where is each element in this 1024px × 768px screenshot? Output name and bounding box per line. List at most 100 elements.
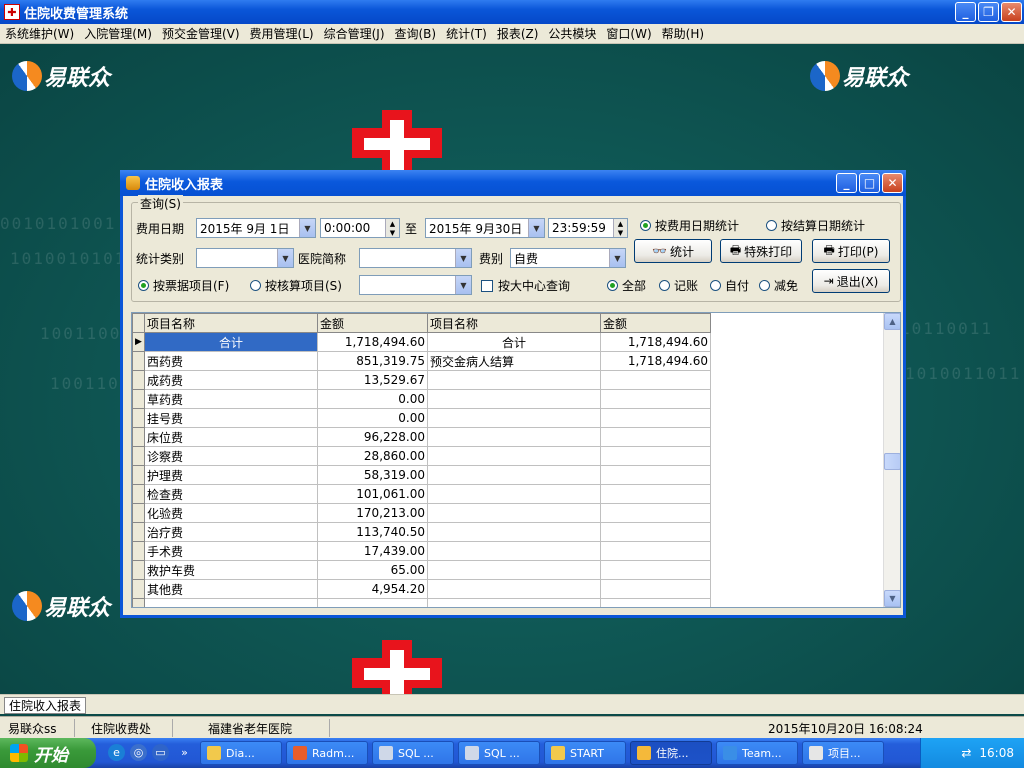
fee-type-select[interactable]: 自费 ▼ bbox=[510, 248, 626, 268]
table-row[interactable]: 西药费 851,319.75 预交金病人结算 1,718,494.60 bbox=[132, 351, 711, 371]
cell-amount[interactable]: 96,228.00 bbox=[317, 427, 428, 447]
row-header[interactable] bbox=[132, 427, 145, 447]
chevron-down-icon[interactable]: ▼ bbox=[609, 249, 625, 267]
dialog-minimize-button[interactable]: _ bbox=[836, 173, 857, 193]
cell-item-name[interactable]: 草药费 bbox=[144, 389, 318, 409]
table-row[interactable]: 诊察费 28,860.00 bbox=[132, 446, 711, 466]
cell-amount[interactable]: 0.00 bbox=[317, 389, 428, 409]
cell-amount[interactable]: 101,061.00 bbox=[317, 484, 428, 504]
cell-amount[interactable] bbox=[600, 541, 711, 561]
col-amount-1[interactable]: 金额 bbox=[317, 313, 428, 333]
mdi-tab-income-report[interactable]: 住院收入报表 bbox=[4, 697, 87, 714]
cell-amount[interactable] bbox=[600, 389, 711, 409]
cell-item-name[interactable]: 合计 bbox=[427, 332, 601, 352]
cell-item-name[interactable] bbox=[427, 541, 601, 561]
cell-amount[interactable]: 1,718,494.60 bbox=[600, 332, 711, 352]
time-spinner[interactable]: ▲ ▼ bbox=[385, 219, 399, 237]
cell-item-name[interactable]: 成药费 bbox=[144, 370, 318, 390]
cell-amount[interactable]: 0.00 bbox=[317, 408, 428, 428]
cell-amount[interactable]: 851,319.75 bbox=[317, 351, 428, 371]
cell-item-name[interactable] bbox=[427, 484, 601, 504]
col-item-name-1[interactable]: 项目名称 bbox=[144, 313, 318, 333]
row-header[interactable] bbox=[132, 541, 145, 561]
radio-by-settle-date[interactable]: 按结算日期统计 bbox=[766, 217, 865, 234]
menu-deposit[interactable]: 预交金管理(V) bbox=[157, 25, 245, 42]
row-header[interactable] bbox=[132, 522, 145, 542]
table-row[interactable]: 护理费 58,319.00 bbox=[132, 465, 711, 485]
col-amount-2[interactable]: 金额 bbox=[600, 313, 711, 333]
dialog-maximize-button[interactable]: □ bbox=[859, 173, 880, 193]
table-row[interactable]: 草药费 0.00 bbox=[132, 389, 711, 409]
cell-item-name[interactable] bbox=[427, 427, 601, 447]
cell-amount[interactable] bbox=[600, 560, 711, 580]
chevron-down-icon[interactable]: ▼ bbox=[455, 249, 471, 267]
cell-item-name[interactable] bbox=[427, 560, 601, 580]
table-row[interactable]: 床位费 96,228.00 bbox=[132, 427, 711, 447]
row-header[interactable] bbox=[132, 465, 145, 485]
cell-amount[interactable]: 1,718,494.60 bbox=[600, 351, 711, 371]
cell-item-name[interactable]: 治疗费 bbox=[144, 522, 318, 542]
table-row[interactable]: 检查费 101,061.00 bbox=[132, 484, 711, 504]
stat-button[interactable]: 👓 统计 bbox=[634, 239, 712, 263]
table-row[interactable]: 其他费 4,954.20 bbox=[132, 579, 711, 599]
row-header[interactable] bbox=[132, 351, 145, 371]
cell-item-name[interactable] bbox=[427, 446, 601, 466]
cell-item-name[interactable]: 诊察费 bbox=[144, 446, 318, 466]
taskbar-item-sql-1[interactable]: SQL ... bbox=[372, 741, 454, 765]
row-header[interactable] bbox=[132, 503, 145, 523]
menu-query[interactable]: 查询(B) bbox=[390, 25, 442, 42]
check-item-select[interactable]: ▼ bbox=[359, 275, 472, 295]
row-header[interactable] bbox=[132, 389, 145, 409]
col-item-name-2[interactable]: 项目名称 bbox=[427, 313, 601, 333]
time-spinner[interactable]: ▲ ▼ bbox=[613, 219, 627, 237]
cell-amount[interactable]: 58,319.00 bbox=[317, 465, 428, 485]
cell-amount[interactable] bbox=[600, 579, 711, 599]
table-row[interactable]: 手术费 17,439.00 bbox=[132, 541, 711, 561]
current-row-indicator-icon[interactable]: ▶ bbox=[132, 332, 145, 352]
restore-button[interactable]: ❐ bbox=[978, 2, 999, 22]
cell-amount[interactable]: 113,740.50 bbox=[317, 522, 428, 542]
taskbar-item-start-folder[interactable]: START bbox=[544, 741, 626, 765]
cell-amount[interactable] bbox=[600, 465, 711, 485]
radio-all[interactable]: 全部 bbox=[607, 277, 646, 294]
menu-fees[interactable]: 费用管理(L) bbox=[245, 25, 319, 42]
cell-item-name[interactable]: 其他费 bbox=[144, 579, 318, 599]
radio-reduce[interactable]: 减免 bbox=[759, 277, 798, 294]
cell-amount[interactable]: 170,213.00 bbox=[317, 503, 428, 523]
chevron-down-icon[interactable]: ▼ bbox=[528, 219, 544, 237]
taskbar-item-sql-2[interactable]: SQL ... bbox=[458, 741, 540, 765]
cell-item-name[interactable]: 床位费 bbox=[144, 427, 318, 447]
chevron-down-icon[interactable]: ▼ bbox=[299, 219, 315, 237]
browser-icon[interactable]: ◎ bbox=[130, 744, 147, 761]
radio-by-ticket-item[interactable]: 按票据项目(F) bbox=[138, 277, 229, 294]
taskbar-item-dia[interactable]: Dia... bbox=[200, 741, 282, 765]
cell-item-name[interactable] bbox=[427, 503, 601, 523]
minimize-button[interactable]: _ bbox=[955, 2, 976, 22]
cell-item-name[interactable]: 救护车费 bbox=[144, 560, 318, 580]
ie-icon[interactable]: e bbox=[108, 744, 125, 761]
menu-window[interactable]: 窗口(W) bbox=[601, 25, 656, 42]
cell-amount[interactable] bbox=[600, 408, 711, 428]
cell-item-name[interactable]: 挂号费 bbox=[144, 408, 318, 428]
network-icon[interactable]: ⇄ bbox=[961, 746, 971, 760]
scroll-down-icon[interactable]: ▼ bbox=[884, 590, 900, 607]
show-desktop-icon[interactable]: ▭ bbox=[152, 744, 169, 761]
vertical-scrollbar[interactable]: ▲ ▼ bbox=[883, 313, 900, 607]
category-select[interactable]: ▼ bbox=[196, 248, 294, 268]
start-time-field[interactable]: 0:00:00 ▲ ▼ bbox=[320, 218, 400, 238]
cell-item-name[interactable]: 手术费 bbox=[144, 541, 318, 561]
cell-amount[interactable] bbox=[600, 503, 711, 523]
cell-amount[interactable]: 13,529.67 bbox=[317, 370, 428, 390]
table-row[interactable]: 化验费 170,213.00 bbox=[132, 503, 711, 523]
cell-item-name[interactable] bbox=[427, 579, 601, 599]
cell-item-name[interactable]: 护理费 bbox=[144, 465, 318, 485]
radio-by-check-item[interactable]: 按核算项目(S) bbox=[250, 277, 342, 294]
cell-item-name[interactable] bbox=[427, 522, 601, 542]
row-header[interactable] bbox=[132, 446, 145, 466]
menu-system[interactable]: 系统维护(W) bbox=[0, 25, 79, 42]
cell-item-name[interactable] bbox=[427, 370, 601, 390]
start-button[interactable]: 开始 bbox=[0, 738, 96, 768]
table-row[interactable]: 成药费 13,529.67 bbox=[132, 370, 711, 390]
cell-amount[interactable]: 28,860.00 bbox=[317, 446, 428, 466]
radio-account[interactable]: 记账 bbox=[659, 277, 698, 294]
